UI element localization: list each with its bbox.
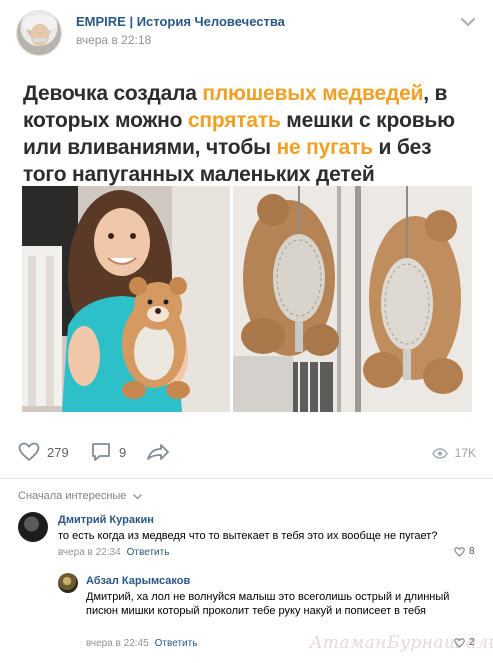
comment-icon — [92, 443, 110, 461]
like-button[interactable]: 279 — [18, 442, 69, 462]
views-count: 17K — [454, 446, 476, 460]
comment-meta: вчера в 22:34 Ответить — [58, 547, 169, 558]
views-counter: 17K — [431, 446, 476, 460]
headline-highlight: не пугать — [276, 136, 374, 159]
reply-button[interactable]: Ответить — [155, 638, 198, 649]
headline-highlight: плюшевых медведей — [202, 82, 424, 105]
post-time[interactable]: вчера в 22:18 — [76, 33, 151, 47]
post-actions: 279 9 17K — [0, 440, 493, 468]
comment-button[interactable]: 9 — [90, 442, 126, 462]
post-header: EMPIRE | История Человечества вчера в 22… — [0, 0, 493, 62]
comment-author[interactable]: Абзал Карымсаков — [86, 575, 190, 587]
watermark-text: AтаманБурнаш али?! — [310, 633, 493, 653]
group-avatar[interactable] — [16, 10, 62, 56]
comment-author[interactable]: Дмитрий Куракин — [58, 514, 154, 526]
share-arrow-icon — [147, 444, 169, 460]
avatar-mustache — [33, 38, 47, 42]
comment-likes-count: 8 — [469, 546, 475, 557]
comments-sort-toggle[interactable]: Сначала интересные — [18, 490, 126, 502]
photo-girl-illustration — [22, 186, 230, 412]
group-name-link[interactable]: EMPIRE | История Человечества — [76, 14, 285, 29]
heart-icon — [454, 546, 465, 557]
comment-item: Дмитрий Куракин то есть когда из медведя… — [0, 510, 493, 562]
likes-count: 279 — [47, 444, 69, 460]
avatar-face — [31, 24, 49, 46]
photo-girl-with-bear[interactable] — [22, 186, 230, 412]
chevron-down-icon[interactable] — [459, 16, 477, 28]
comment-time[interactable]: вчера в 22:34 — [58, 547, 121, 558]
eye-icon — [431, 447, 448, 459]
heart-icon — [18, 442, 40, 462]
chevron-down-icon[interactable] — [133, 494, 142, 500]
comment-text: то есть когда из медведя что то вытекает… — [58, 530, 438, 542]
post-headline: Девочка создала плюшевых медведей, в кот… — [23, 80, 478, 188]
headline-highlight: спрятать — [187, 109, 281, 132]
comments-divider — [0, 478, 493, 479]
share-button[interactable] — [146, 442, 177, 462]
comment-meta: вчера в 22:45 Ответить — [86, 638, 197, 649]
headline-text: Девочка создала — [23, 82, 203, 105]
post-photos[interactable] — [22, 186, 472, 412]
commenter-avatar[interactable] — [58, 573, 78, 593]
commenter-avatar[interactable] — [18, 512, 48, 542]
comment-text: Дмитрий, ха лол не волнуйся малыш это вс… — [86, 591, 450, 617]
photo-bears-illustration — [233, 186, 472, 412]
comment-like-button[interactable]: 8 — [454, 546, 475, 557]
reply-button[interactable]: Ответить — [127, 547, 170, 558]
photo-bears-iv-bags[interactable] — [233, 186, 472, 412]
comment-time[interactable]: вчера в 22:45 — [86, 638, 149, 649]
comments-count: 9 — [119, 444, 127, 460]
